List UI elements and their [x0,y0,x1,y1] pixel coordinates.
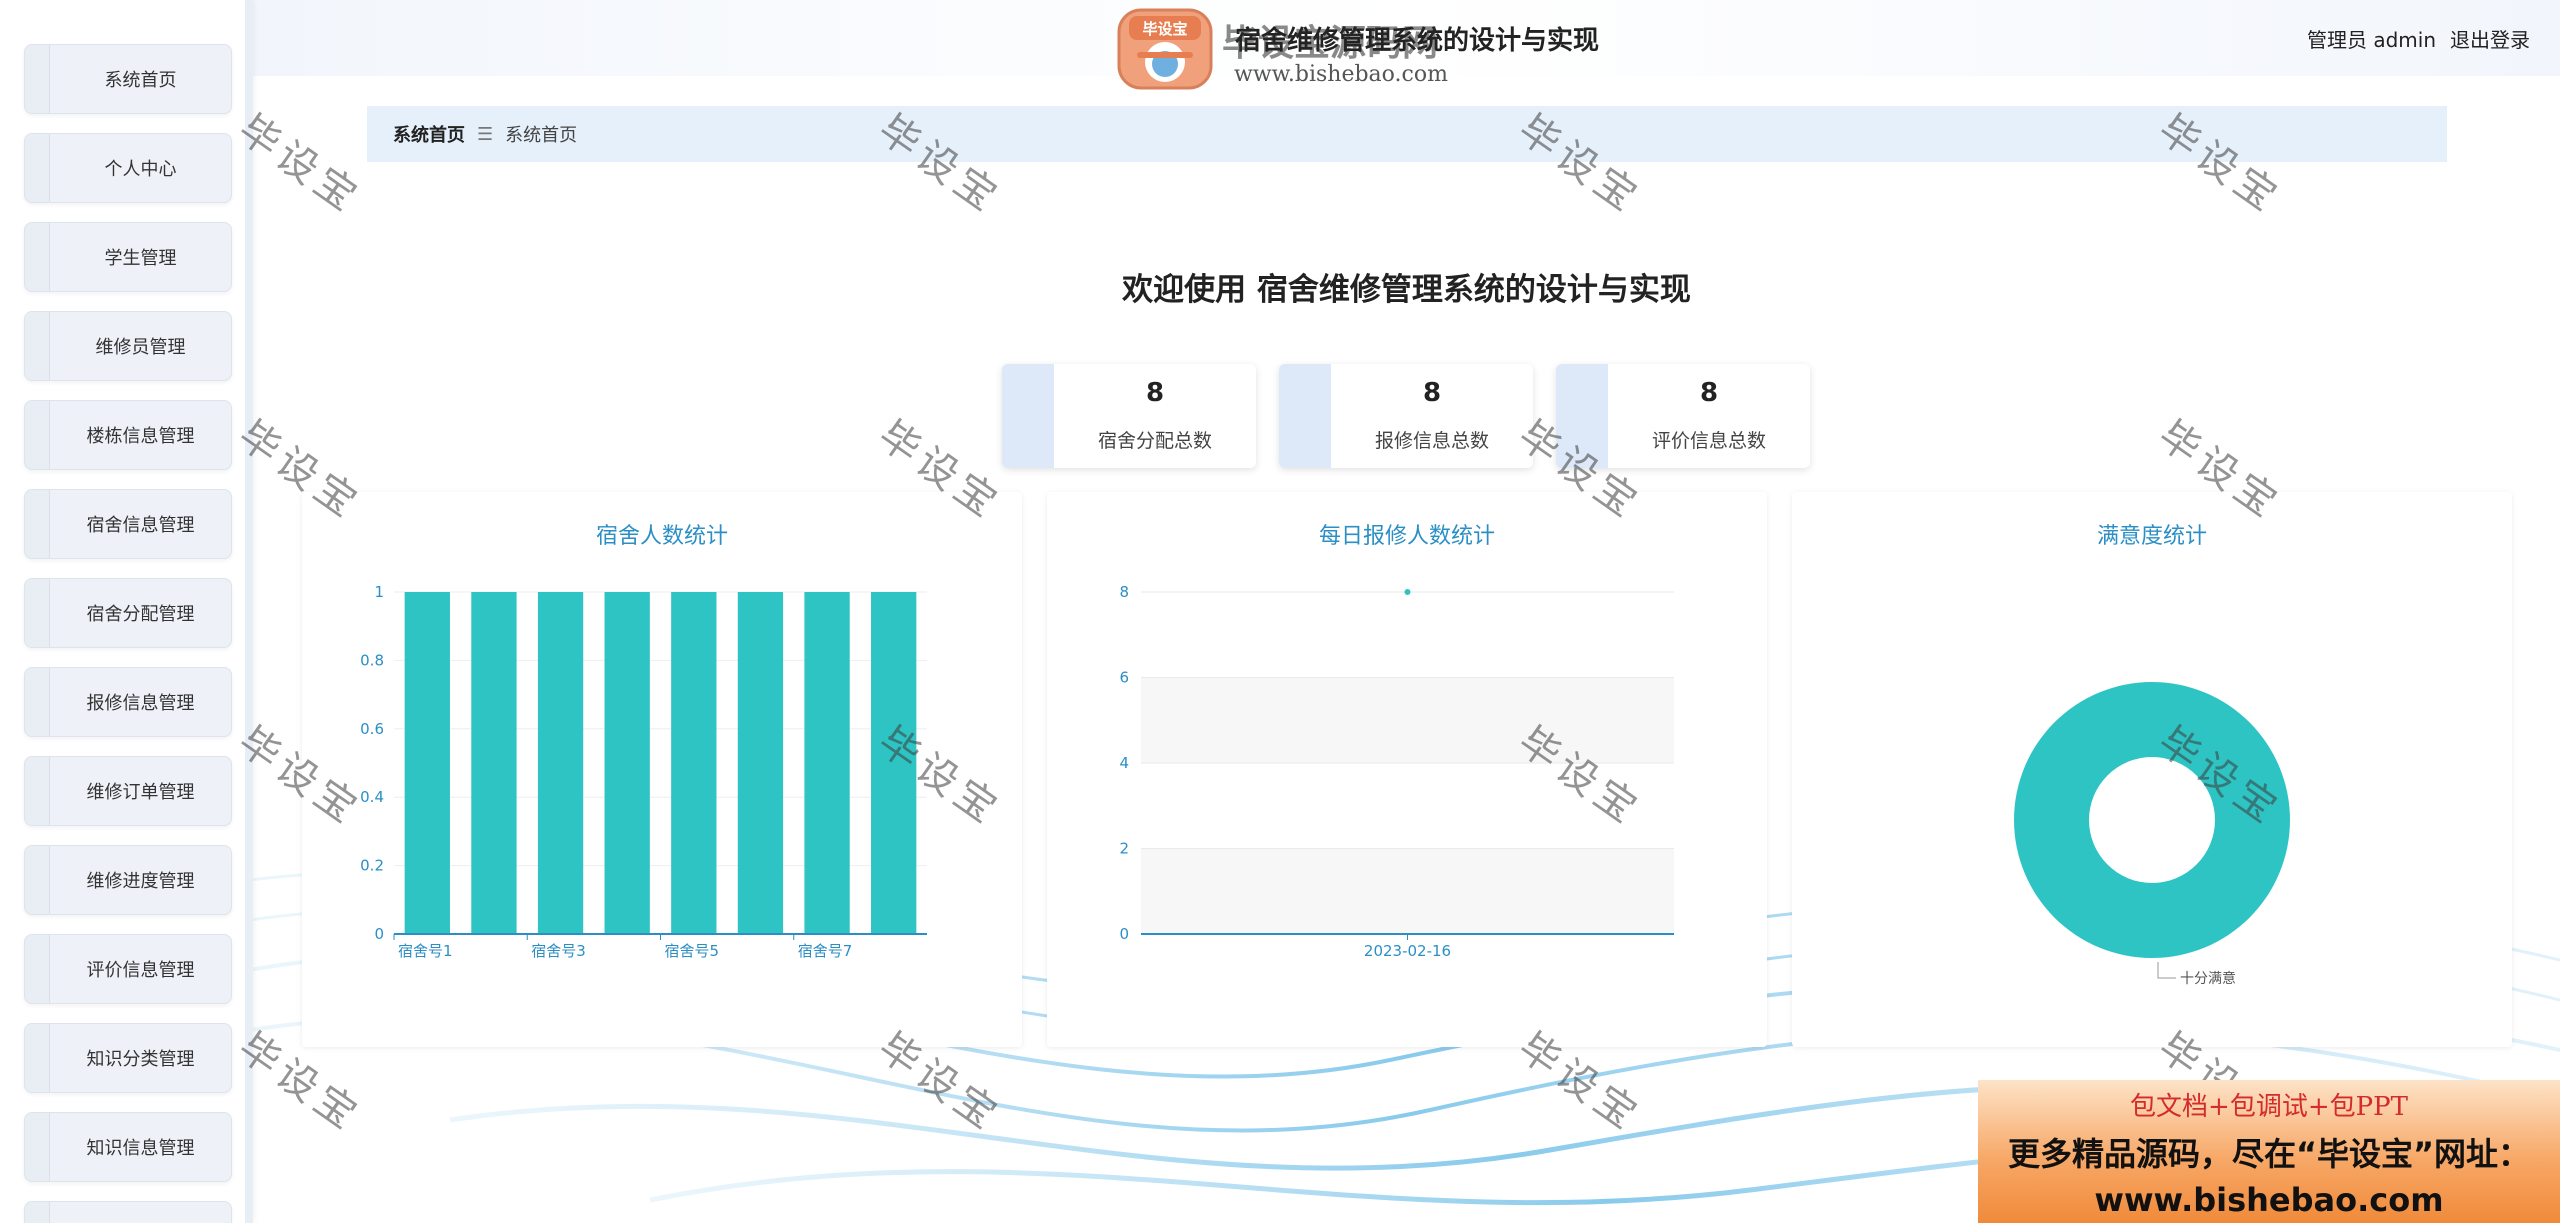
stat-card-accent [1002,364,1054,468]
x-tick-label: 宿舍号7 [798,942,853,960]
sidebar-item-label: 宿舍分配管理 [49,579,231,647]
sidebar-item-label: 学生管理 [49,223,231,291]
pie-slice-label: 十分满意 [2180,970,2236,987]
sidebar-item-label: 评价信息管理 [49,935,231,1003]
stat-label: 评价信息总数 [1651,430,1766,452]
scatter-chart: 0 2 4 6 8 2023-02-16 [1119,583,1674,960]
sidebar-item-knowledge-info[interactable]: 知识信息管理 [24,1112,232,1182]
bar [871,592,917,934]
promo-banner[interactable]: 包文档+包调试+包PPT 更多精品源码，尽在“毕设宝”网址： www.bishe… [1978,1080,2560,1223]
bishebao-logo-icon: 毕设宝 [1117,8,1213,90]
x-tick-label: 2023-02-16 [1364,942,1451,960]
sidebar-item-label: 个人中心 [49,134,231,202]
x-tick-label: 宿舍号3 [531,942,586,960]
sidebar-item-students[interactable]: 学生管理 [24,222,232,292]
sidebar-item-dorm-allocation[interactable]: 宿舍分配管理 [24,578,232,648]
sidebar-item-more[interactable] [24,1201,232,1223]
stat-value: 8 [1422,378,1442,408]
sidebar-item-home[interactable]: 系统首页 [24,44,232,114]
sidebar-item-knowledge-categories[interactable]: 知识分类管理 [24,1023,232,1093]
stat-label: 报修信息总数 [1374,430,1489,452]
sidebar-item-label: 知识分类管理 [49,1024,231,1092]
promo-line-2: 更多精品源码，尽在“毕设宝”网址： [2007,1135,2531,1173]
y-tick-label: 0.6 [360,720,384,738]
y-tick-label: 0.2 [360,857,384,875]
pie-label-leader [2157,962,2176,979]
y-tick-label: 8 [1119,583,1129,601]
y-tick-label: 6 [1119,669,1129,687]
sidebar-item-buildings[interactable]: 楼栋信息管理 [24,400,232,470]
breadcrumb-current: 系统首页 [505,125,578,146]
sidebar-item-reviews[interactable]: 评价信息管理 [24,934,232,1004]
sidebar-item-label: 报修信息管理 [49,668,231,736]
y-tick-label: 0 [1119,925,1129,943]
promo-line-1: 包文档+包调试+包PPT [2130,1092,2408,1122]
sidebar-item-repair-progress[interactable]: 维修进度管理 [24,845,232,915]
stat-value: 8 [1145,378,1165,408]
chart-panel-dorm-occupancy: 宿舍人数统计 0 0.2 0.4 0.6 0.8 1 宿舍号1 宿舍号3 宿舍号5 宿舍号7 [302,492,1022,1047]
chart-panel-satisfaction: 满意度统计 十分满意 [1792,492,2512,1047]
sidebar-item-repair-requests[interactable]: 报修信息管理 [24,667,232,737]
breadcrumb-separator-icon: ☰ [477,123,494,145]
logo-text: 毕设宝源码网 [1222,23,1439,64]
sidebar-item-repair-orders[interactable]: 维修订单管理 [24,756,232,826]
sidebar-item-label: 知识信息管理 [49,1113,231,1181]
sidebar-scroll-strip [245,0,253,1223]
pie-slice [2014,682,2290,958]
bar [471,592,517,934]
y-tick-label: 0 [374,925,384,943]
pie-chart: 十分满意 [2014,682,2290,987]
stat-card-reviews: 8 评价信息总数 [1556,364,1810,468]
stat-card-repair-requests: 8 报修信息总数 [1279,364,1533,468]
bar [604,592,650,934]
sidebar-item-label: 维修进度管理 [49,846,231,914]
logo-url: www.bishebao.com [1234,62,1448,87]
bar [737,592,784,934]
sidebar-item-dorms[interactable]: 宿舍信息管理 [24,489,232,559]
sidebar-item-label: 维修员管理 [49,312,231,380]
logo-badge-text: 毕设宝 [1142,20,1187,38]
stat-card-dorm-allocation: 8 宿舍分配总数 [1002,364,1256,468]
bar [537,592,584,934]
grid-band [1141,848,1674,934]
y-tick-label: 1 [374,583,384,601]
sidebar-item-label: 楼栋信息管理 [49,401,231,469]
welcome-heading: 欢迎使用 宿舍维修管理系统的设计与实现 [1122,272,1691,308]
stat-card-accent [1279,364,1331,468]
y-tick-label: 0.8 [360,651,384,669]
grid-band [1141,677,1674,763]
sidebar-item-label: 宿舍信息管理 [49,490,231,558]
promo-line-3: www.bishebao.com [2094,1181,2444,1219]
x-tick-label: 宿舍号1 [398,942,453,960]
y-tick-label: 0.4 [360,788,384,806]
stat-card-accent [1556,364,1608,468]
data-point [1404,589,1411,595]
sidebar: 系统首页 个人中心 学生管理 维修员管理 楼栋信息管理 宿舍信息管理 宿舍分配管… [0,0,253,1223]
stat-label: 宿舍分配总数 [1097,430,1212,452]
sidebar-item-repairers[interactable]: 维修员管理 [24,311,232,381]
bar [671,592,717,934]
user-area: 管理员 admin 退出登录 [2307,24,2530,53]
y-tick-label: 4 [1119,754,1129,772]
sidebar-item-label: 维修订单管理 [49,757,231,825]
x-tick-label: 宿舍号5 [665,942,720,960]
user-label: 管理员 admin [2306,28,2436,52]
stat-value: 8 [1699,378,1719,408]
y-tick-label: 2 [1119,840,1129,858]
breadcrumb: 系统首页 ☰ 系统首页 [367,106,2447,162]
bar [404,592,450,934]
bar [804,592,850,934]
breadcrumb-home[interactable]: 系统首页 [393,121,465,147]
bar-chart: 0 0.2 0.4 0.6 0.8 1 宿舍号1 宿舍号3 宿舍号5 宿舍号7 [360,583,927,960]
logout-link[interactable]: 退出登录 [2450,24,2530,53]
chart-panel-daily-repairs: 每日报修人数统计 0 2 4 6 8 2023-02-16 [1047,492,1767,1047]
sidebar-item-label: 系统首页 [49,45,231,113]
sidebar-item-profile[interactable]: 个人中心 [24,133,232,203]
sidebar-item-label [49,1202,231,1223]
